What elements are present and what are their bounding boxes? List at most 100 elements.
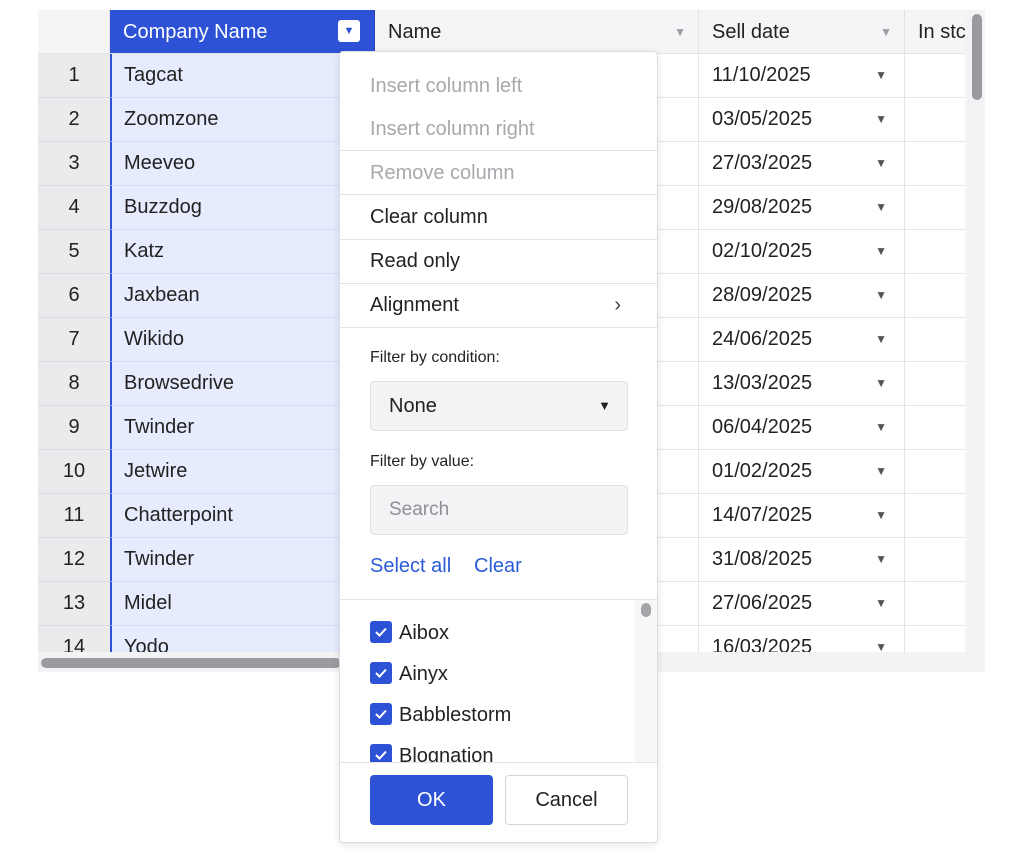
value-list-item[interactable]: Babblestorm — [370, 695, 511, 736]
in-stock-cell[interactable] — [905, 54, 965, 98]
company-cell[interactable]: Yodo — [110, 626, 375, 652]
row-number[interactable]: 12 — [38, 538, 110, 582]
sell-date-cell[interactable]: 13/03/2025 ▼ — [699, 362, 905, 406]
in-stock-cell[interactable] — [905, 494, 965, 538]
menu-item-clear-column[interactable]: Clear column — [340, 195, 657, 239]
row-number[interactable]: 5 — [38, 230, 110, 274]
chevron-down-icon[interactable]: ▼ — [875, 362, 887, 405]
chevron-down-icon[interactable]: ▼ — [875, 406, 887, 449]
chevron-down-icon[interactable]: ▼ — [875, 450, 887, 493]
in-stock-cell[interactable] — [905, 626, 965, 652]
chevron-down-icon[interactable]: ▼ — [875, 318, 887, 361]
chevron-down-icon[interactable]: ▼ — [875, 274, 887, 317]
chevron-down-icon[interactable]: ▼ — [674, 10, 686, 54]
column-header-in-stock[interactable]: In stc — [905, 10, 965, 54]
sell-date-cell[interactable]: 27/06/2025 ▼ — [699, 582, 905, 626]
ok-button[interactable]: OK — [370, 775, 493, 825]
cancel-button[interactable]: Cancel — [505, 775, 628, 825]
in-stock-cell[interactable] — [905, 582, 965, 626]
checkbox-checked-icon[interactable] — [370, 661, 392, 684]
select-all-link[interactable]: Select all — [370, 555, 451, 578]
row-number[interactable]: 6 — [38, 274, 110, 318]
chevron-down-icon[interactable]: ▼ — [880, 10, 892, 54]
chevron-down-icon[interactable]: ▼ — [875, 54, 887, 97]
company-cell[interactable]: Meeveo — [110, 142, 375, 186]
checkbox-checked-icon[interactable] — [370, 743, 392, 763]
sell-date-cell[interactable]: 27/03/2025 ▼ — [699, 142, 905, 186]
row-number[interactable]: 9 — [38, 406, 110, 450]
sell-date-cell[interactable]: 16/03/2025 ▼ — [699, 626, 905, 652]
chevron-down-icon[interactable]: ▼ — [875, 538, 887, 581]
row-number[interactable]: 4 — [38, 186, 110, 230]
row-number[interactable]: 2 — [38, 98, 110, 142]
row-number[interactable]: 14 — [38, 626, 110, 652]
sell-date-cell[interactable]: 02/10/2025 ▼ — [699, 230, 905, 274]
in-stock-cell[interactable] — [905, 98, 965, 142]
sell-date-cell[interactable]: 24/06/2025 ▼ — [699, 318, 905, 362]
company-cell[interactable]: Katz — [110, 230, 375, 274]
row-number[interactable]: 13 — [38, 582, 110, 626]
checkbox-checked-icon[interactable] — [370, 702, 392, 725]
chevron-down-icon[interactable]: ▼ — [875, 142, 887, 185]
chevron-down-icon[interactable]: ▼ — [875, 582, 887, 625]
in-stock-cell[interactable] — [905, 142, 965, 186]
value-list-item[interactable]: Aibox — [370, 613, 449, 654]
column-menu-button[interactable]: ▼ — [338, 20, 360, 42]
column-header-sell-date[interactable]: Sell date ▼ — [699, 10, 905, 54]
chevron-down-icon[interactable]: ▼ — [875, 98, 887, 141]
row-number[interactable]: 11 — [38, 494, 110, 538]
vertical-scrollbar[interactable] — [972, 14, 982, 100]
chevron-down-icon[interactable]: ▼ — [875, 186, 887, 229]
in-stock-cell[interactable] — [905, 230, 965, 274]
sell-date-cell[interactable]: 29/08/2025 ▼ — [699, 186, 905, 230]
in-stock-cell[interactable] — [905, 450, 965, 494]
menu-item-remove-column[interactable]: Remove column — [340, 151, 657, 195]
menu-item-read-only[interactable]: Read only — [340, 239, 657, 283]
company-cell[interactable]: Chatterpoint — [110, 494, 375, 538]
corner-header[interactable] — [38, 10, 110, 54]
in-stock-cell[interactable] — [905, 538, 965, 582]
clear-link[interactable]: Clear — [474, 555, 522, 578]
in-stock-cell[interactable] — [905, 318, 965, 362]
row-number[interactable]: 8 — [38, 362, 110, 406]
sell-date-cell[interactable]: 31/08/2025 ▼ — [699, 538, 905, 582]
search-input[interactable] — [370, 485, 628, 535]
company-cell[interactable]: Zoomzone — [110, 98, 375, 142]
horizontal-scrollbar[interactable] — [41, 658, 341, 668]
company-cell[interactable]: Buzzdog — [110, 186, 375, 230]
sell-date-cell[interactable]: 06/04/2025 ▼ — [699, 406, 905, 450]
chevron-down-icon[interactable]: ▼ — [875, 626, 887, 652]
condition-select[interactable]: None ▼ — [370, 381, 628, 431]
company-cell[interactable]: Browsedrive — [110, 362, 375, 406]
row-number[interactable]: 1 — [38, 54, 110, 98]
menu-item-insert-column-right[interactable]: Insert column right — [340, 107, 657, 151]
in-stock-cell[interactable] — [905, 362, 965, 406]
row-number[interactable]: 3 — [38, 142, 110, 186]
column-header-name[interactable]: Name ▼ — [375, 10, 699, 54]
value-list-item[interactable]: Ainyx — [370, 654, 448, 695]
company-cell[interactable]: Twinder — [110, 406, 375, 450]
menu-item-alignment[interactable]: Alignment › — [340, 283, 657, 327]
menu-item-insert-column-left[interactable]: Insert column left — [340, 64, 657, 108]
sell-date-cell[interactable]: 14/07/2025 ▼ — [699, 494, 905, 538]
sell-date-cell[interactable]: 01/02/2025 ▼ — [699, 450, 905, 494]
sell-date-cell[interactable]: 03/05/2025 ▼ — [699, 98, 905, 142]
sell-date-cell[interactable]: 28/09/2025 ▼ — [699, 274, 905, 318]
value-list-scrollbar[interactable] — [641, 603, 651, 617]
company-cell[interactable]: Jetwire — [110, 450, 375, 494]
in-stock-cell[interactable] — [905, 274, 965, 318]
company-cell[interactable]: Jaxbean — [110, 274, 375, 318]
company-cell[interactable]: Midel — [110, 582, 375, 626]
in-stock-cell[interactable] — [905, 406, 965, 450]
company-cell[interactable]: Wikido — [110, 318, 375, 362]
chevron-down-icon[interactable]: ▼ — [875, 494, 887, 537]
column-header-company-name[interactable]: Company Name ▼ — [110, 10, 375, 54]
company-cell[interactable]: Twinder — [110, 538, 375, 582]
row-number[interactable]: 7 — [38, 318, 110, 362]
checkbox-checked-icon[interactable] — [370, 620, 392, 643]
in-stock-cell[interactable] — [905, 186, 965, 230]
company-cell[interactable]: Tagcat — [110, 54, 375, 98]
value-list-item[interactable]: Blognation — [370, 736, 494, 763]
row-number[interactable]: 10 — [38, 450, 110, 494]
sell-date-cell[interactable]: 11/10/2025 ▼ — [699, 54, 905, 98]
